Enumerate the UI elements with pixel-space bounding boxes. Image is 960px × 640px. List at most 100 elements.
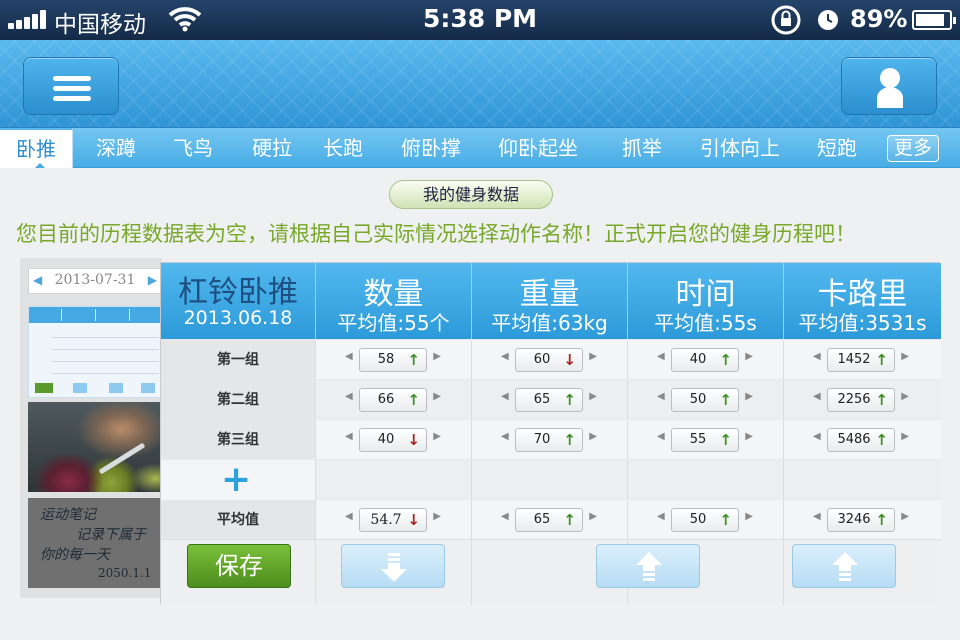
increment-arrow-icon[interactable]: ▶ xyxy=(745,431,753,442)
tab-deadlift[interactable]: 硬拉 xyxy=(252,128,292,168)
increment-arrow-icon[interactable]: ▶ xyxy=(745,351,753,362)
decrement-arrow-icon[interactable]: ◀ xyxy=(657,511,665,522)
value-stepper[interactable]: ◀ 70 ↑ ▶ xyxy=(501,428,597,452)
decrement-arrow-icon[interactable]: ◀ xyxy=(657,431,665,442)
menu-button[interactable] xyxy=(23,57,119,115)
value-stepper[interactable]: ◀ 66 ↑ ▶ xyxy=(345,388,441,412)
increment-arrow-icon[interactable]: ▶ xyxy=(589,511,597,522)
increment-arrow-icon[interactable]: ▶ xyxy=(901,431,909,442)
decrement-arrow-icon[interactable]: ◀ xyxy=(345,511,353,522)
value-stepper[interactable]: ◀ 40 ↓ ▶ xyxy=(345,428,441,452)
value-field[interactable]: 55 ↑ xyxy=(671,428,739,452)
column-average: 平均值:55个 xyxy=(337,311,450,335)
selected-date[interactable]: 2013-07-31 xyxy=(45,272,145,288)
value-stepper[interactable]: ◀ 5486 ↑ ▶ xyxy=(813,428,909,452)
decrement-arrow-icon[interactable]: ◀ xyxy=(345,391,353,402)
value-stepper[interactable]: ◀ 65 ↑ ▶ xyxy=(501,388,597,412)
my-fitness-data-button[interactable]: 我的健身数据 xyxy=(389,180,553,209)
workout-notes-thumbnail[interactable]: 运动笔记 记录下属于 你的每一天 2050.1.1 xyxy=(28,498,162,588)
value-stepper[interactable]: ◀ 60 ↓ ▶ xyxy=(501,348,597,372)
increment-arrow-icon[interactable]: ▶ xyxy=(745,391,753,402)
tab-push-up[interactable]: 俯卧撑 xyxy=(401,128,461,168)
value-field[interactable]: 2256 ↑ xyxy=(827,388,895,412)
decrement-arrow-icon[interactable]: ◀ xyxy=(657,391,665,402)
value-stepper[interactable]: ◀ 55 ↑ ▶ xyxy=(657,428,753,452)
decrement-arrow-icon[interactable]: ◀ xyxy=(501,431,509,442)
value-stepper[interactable]: ◀ 50 ↑ ▶ xyxy=(657,508,753,532)
tab-sit-up[interactable]: 仰卧起坐 xyxy=(498,128,578,168)
value-stepper[interactable]: ◀ 58 ↑ ▶ xyxy=(345,348,441,372)
tab-snatch[interactable]: 抓举 xyxy=(622,128,662,168)
decrement-arrow-icon[interactable]: ◀ xyxy=(501,511,509,522)
decrement-arrow-icon[interactable]: ◀ xyxy=(813,391,821,402)
exercise-name: 杠铃卧推 xyxy=(178,275,298,310)
user-profile-button[interactable] xyxy=(841,57,937,115)
value-stepper[interactable]: ◀ 40 ↑ ▶ xyxy=(657,348,753,372)
value-field[interactable]: 1452 ↑ xyxy=(827,348,895,372)
value-field[interactable]: 3246 ↑ xyxy=(827,508,895,532)
decrement-arrow-icon[interactable]: ◀ xyxy=(813,511,821,522)
value-field[interactable]: 50 ↑ xyxy=(671,508,739,532)
value-stepper[interactable]: ◀ 50 ↑ ▶ xyxy=(657,388,753,412)
value-stepper[interactable]: ◀ 54.7 ↓ ▶ xyxy=(345,508,441,532)
decrement-arrow-icon[interactable]: ◀ xyxy=(813,351,821,362)
increment-arrow-icon[interactable]: ▶ xyxy=(433,391,441,402)
save-button[interactable]: 保存 xyxy=(187,544,291,588)
battery-icon xyxy=(912,10,956,30)
value-field[interactable]: 5486 ↑ xyxy=(827,428,895,452)
previous-date-arrow-icon[interactable]: ◀ xyxy=(33,273,42,287)
decrement-arrow-icon[interactable]: ◀ xyxy=(501,391,509,402)
decrement-arrow-icon[interactable]: ◀ xyxy=(345,351,353,362)
download-button[interactable] xyxy=(341,544,445,588)
value-field[interactable]: 65 ↑ xyxy=(515,508,583,532)
increment-arrow-icon[interactable]: ▶ xyxy=(589,391,597,402)
tab-fly[interactable]: 飞鸟 xyxy=(173,128,213,168)
tab-squat[interactable]: 深蹲 xyxy=(96,128,136,168)
decrement-arrow-icon[interactable]: ◀ xyxy=(501,351,509,362)
value-field[interactable]: 54.7 ↓ xyxy=(359,508,427,532)
value-stepper[interactable]: ◀ 2256 ↑ ▶ xyxy=(813,388,909,412)
value-stepper[interactable]: ◀ 65 ↑ ▶ xyxy=(501,508,597,532)
increment-arrow-icon[interactable]: ▶ xyxy=(901,511,909,522)
tab-sprint[interactable]: 短跑 xyxy=(817,128,857,168)
value-field[interactable]: 65 ↑ xyxy=(515,388,583,412)
value-field[interactable]: 60 ↓ xyxy=(515,348,583,372)
trend-up-arrow-icon: ↑ xyxy=(719,391,732,409)
cell-value: 2256 xyxy=(837,392,871,407)
app-header xyxy=(0,40,960,128)
cell-value: 60 xyxy=(533,352,551,367)
arrow-up-icon xyxy=(636,552,662,581)
trend-up-arrow-icon: ↑ xyxy=(875,351,888,369)
value-field[interactable]: 40 ↑ xyxy=(671,348,739,372)
value-field[interactable]: 58 ↑ xyxy=(359,348,427,372)
cooking-photo-thumbnail[interactable] xyxy=(28,402,162,492)
decrement-arrow-icon[interactable]: ◀ xyxy=(813,431,821,442)
tab-pull-up[interactable]: 引体向上 xyxy=(700,128,780,168)
table-row: 第三组 ◀ 40 ↓ ▶ ◀ 70 ↑ ▶ ◀ 55 ↑ ▶ ◀ 5486 ↑ ▶ xyxy=(161,419,941,460)
tab-bench-press[interactable]: 卧推 xyxy=(0,128,73,168)
value-stepper[interactable]: ◀ 3246 ↑ ▶ xyxy=(813,508,909,532)
increment-arrow-icon[interactable]: ▶ xyxy=(901,351,909,362)
column-header-calories: 卡路里 平均值:3531s xyxy=(784,263,941,339)
increment-arrow-icon[interactable]: ▶ xyxy=(433,511,441,522)
next-date-arrow-icon[interactable]: ▶ xyxy=(148,273,157,287)
table-thumbnail[interactable] xyxy=(28,306,162,398)
plus-icon[interactable]: + xyxy=(221,462,251,498)
increment-arrow-icon[interactable]: ▶ xyxy=(433,351,441,362)
upload-button[interactable] xyxy=(596,544,700,588)
value-field[interactable]: 40 ↓ xyxy=(359,428,427,452)
tab-long-run[interactable]: 长跑 xyxy=(323,128,363,168)
increment-arrow-icon[interactable]: ▶ xyxy=(589,351,597,362)
decrement-arrow-icon[interactable]: ◀ xyxy=(345,431,353,442)
increment-arrow-icon[interactable]: ▶ xyxy=(745,511,753,522)
value-field[interactable]: 50 ↑ xyxy=(671,388,739,412)
decrement-arrow-icon[interactable]: ◀ xyxy=(657,351,665,362)
value-field[interactable]: 66 ↑ xyxy=(359,388,427,412)
increment-arrow-icon[interactable]: ▶ xyxy=(589,431,597,442)
increment-arrow-icon[interactable]: ▶ xyxy=(433,431,441,442)
increment-arrow-icon[interactable]: ▶ xyxy=(901,391,909,402)
value-stepper[interactable]: ◀ 1452 ↑ ▶ xyxy=(813,348,909,372)
more-tabs-button[interactable]: 更多 xyxy=(887,135,939,162)
upload-button-2[interactable] xyxy=(792,544,896,588)
value-field[interactable]: 70 ↑ xyxy=(515,428,583,452)
